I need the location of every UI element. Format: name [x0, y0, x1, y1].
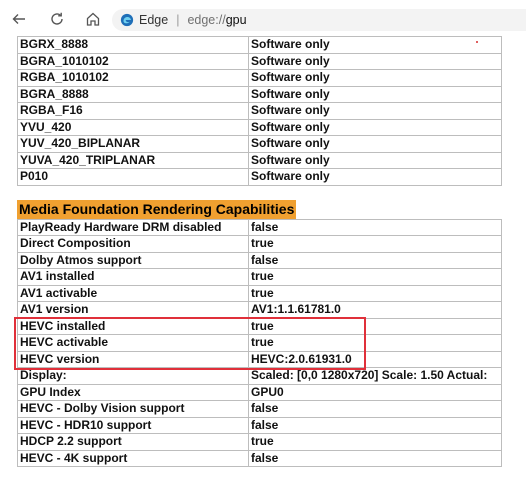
row-key: YUVA_420_TRIPLANAR	[17, 151, 249, 169]
row-key: PlayReady Hardware DRM disabled	[17, 218, 249, 236]
row-key: BGRA_8888	[17, 85, 249, 103]
refresh-button[interactable]	[46, 8, 68, 30]
row-key: AV1 activable	[17, 284, 249, 302]
row-value: Software only	[248, 85, 502, 103]
row-value: Software only	[248, 52, 502, 70]
url-host: gpu	[225, 13, 247, 27]
row-value: Scaled: [0,0 1280x720] Scale: 1.50 Actua…	[248, 367, 502, 385]
section-title-media-foundation: Media Foundation Rendering Capabilities	[17, 199, 297, 219]
row-key: Display:	[17, 367, 249, 385]
table-row: HEVC installed true	[17, 317, 502, 335]
table-row: AV1 activable true	[17, 284, 502, 302]
table-row: HEVC activable true	[17, 334, 502, 352]
row-value: false	[248, 400, 502, 418]
row-value: GPU0	[248, 383, 502, 401]
row-key: Direct Composition	[17, 235, 249, 253]
table-row: Display: Scaled: [0,0 1280x720] Scale: 1.…	[17, 367, 502, 385]
media-foundation-table: PlayReady Hardware DRM disabled false Dire…	[17, 218, 502, 468]
row-value: false	[248, 251, 502, 269]
table-row: PlayReady Hardware DRM disabled false	[17, 218, 502, 236]
table-row: BGRA_8888 Software only	[17, 85, 502, 103]
table-row: HEVC - HDR10 support false	[17, 416, 502, 434]
row-value: true	[248, 235, 502, 253]
row-key: HEVC - 4K support	[17, 449, 249, 467]
row-value: false	[248, 416, 502, 434]
row-key: YUV_420_BIPLANAR	[17, 135, 249, 153]
row-key: RGBA_1010102	[17, 69, 249, 87]
row-key: AV1 installed	[17, 268, 249, 286]
browser-toolbar: Edge | edge://gpu	[0, 0, 526, 36]
address-bar[interactable]: Edge | edge://gpu	[112, 9, 526, 31]
gpu-page-content: BGRX_8888 Software only BGRA_1010102 Softwa…	[17, 36, 526, 467]
table-row: P010 Software only	[17, 168, 502, 186]
row-value: Software only	[248, 102, 502, 120]
url-scheme: edge://	[187, 13, 226, 27]
table-row: YVU_420 Software only	[17, 118, 502, 136]
formats-table: BGRX_8888 Software only BGRA_1010102 Softwa…	[17, 36, 502, 186]
table-row: BGRA_1010102 Software only	[17, 52, 502, 70]
row-value: Software only	[248, 151, 502, 169]
row-key: RGBA_F16	[17, 102, 249, 120]
table-row: GPU Index GPU0	[17, 383, 502, 401]
table-row: YUV_420_BIPLANAR Software only	[17, 135, 502, 153]
row-value: HEVC:2.0.61931.0	[248, 350, 502, 368]
row-value: Software only	[248, 36, 502, 54]
row-value: Software only	[248, 168, 502, 186]
row-key: HEVC version	[17, 350, 249, 368]
row-key: P010	[17, 168, 249, 186]
row-value: true	[248, 433, 502, 451]
table-row: RGBA_1010102 Software only	[17, 69, 502, 87]
address-separator: |	[176, 13, 180, 27]
row-key: Dolby Atmos support	[17, 251, 249, 269]
row-value: false	[248, 449, 502, 467]
row-value: AV1:1.1.61781.0	[248, 301, 502, 319]
row-value: Software only	[248, 135, 502, 153]
row-key: BGRX_8888	[17, 36, 249, 54]
row-key: YVU_420	[17, 118, 249, 136]
row-key: HEVC - Dolby Vision support	[17, 400, 249, 418]
table-row: BGRX_8888 Software only	[17, 36, 502, 54]
row-value: true	[248, 317, 502, 335]
row-value: false	[248, 218, 502, 236]
table-row: HEVC - 4K support false	[17, 449, 502, 467]
table-row: YUVA_420_TRIPLANAR Software only	[17, 151, 502, 169]
row-value: true	[248, 284, 502, 302]
refresh-icon	[51, 12, 63, 25]
table-row: Direct Composition true	[17, 235, 502, 253]
back-button[interactable]	[8, 8, 30, 30]
row-value: true	[248, 334, 502, 352]
table-row: AV1 version AV1:1.1.61781.0	[17, 301, 502, 319]
row-key: AV1 version	[17, 301, 249, 319]
home-button[interactable]	[82, 8, 104, 30]
row-value: true	[248, 268, 502, 286]
row-key: BGRA_1010102	[17, 52, 249, 70]
table-row: AV1 installed true	[17, 268, 502, 286]
row-key: HDCP 2.2 support	[17, 433, 249, 451]
back-arrow-icon	[12, 14, 25, 24]
table-row: HEVC version HEVC:2.0.61931.0	[17, 350, 502, 368]
row-key: HEVC - HDR10 support	[17, 416, 249, 434]
table-row: HDCP 2.2 support true	[17, 433, 502, 451]
row-value: Software only	[248, 118, 502, 136]
table-row: HEVC - Dolby Vision support false	[17, 400, 502, 418]
home-icon	[86, 12, 100, 26]
row-value: Software only	[248, 69, 502, 87]
row-key: HEVC installed	[17, 317, 249, 335]
row-key: HEVC activable	[17, 334, 249, 352]
site-identity-label: Edge	[139, 13, 169, 27]
table-row: Dolby Atmos support false	[17, 251, 502, 269]
table-row: RGBA_F16 Software only	[17, 102, 502, 120]
row-key: GPU Index	[17, 383, 249, 401]
edge-logo-icon	[120, 13, 134, 27]
